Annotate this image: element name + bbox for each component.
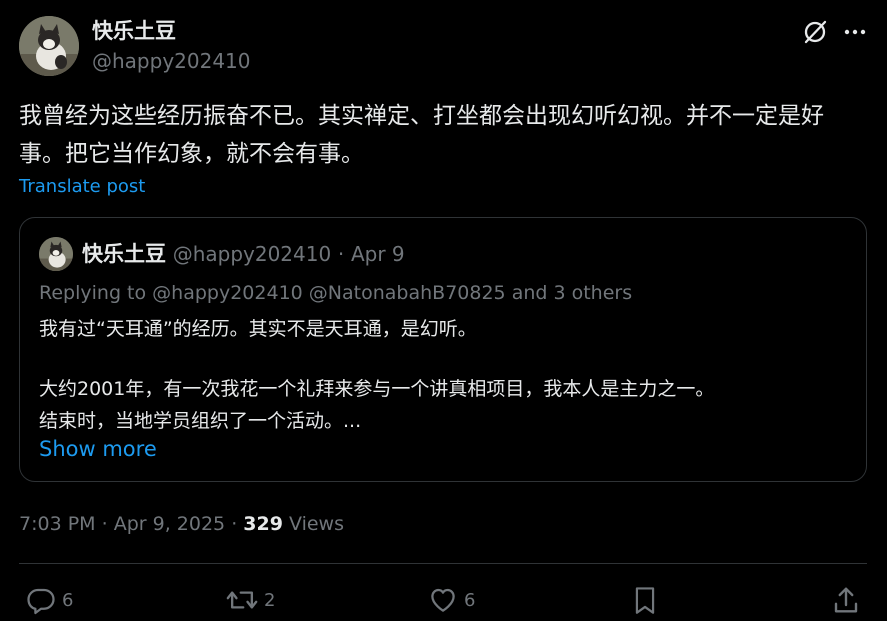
quote-text-line-1: 我有过“天耳通”的经历。其实不是天耳通，是幻听。 xyxy=(39,318,477,340)
meta-separator: · xyxy=(101,513,108,535)
replying-prefix: Replying to xyxy=(39,282,147,304)
views-label: Views xyxy=(289,513,344,535)
show-more-link[interactable]: Show more xyxy=(39,435,157,463)
divider xyxy=(19,563,867,564)
replying-to: Replying to @happy202410 @NatonabahB7082… xyxy=(39,280,632,306)
quote-author-name: 快乐土豆 xyxy=(82,242,166,266)
meta-separator: · xyxy=(231,513,238,535)
reply-icon xyxy=(27,588,55,615)
more-dots-icon xyxy=(844,29,866,35)
repost-button[interactable]: 2 xyxy=(226,584,275,616)
quote-text-line-2: 大约2001年，有一次我花一个礼拜来参与一个讲真相项目，我本人是主力之一。 xyxy=(39,378,715,400)
grok-button[interactable] xyxy=(801,17,831,47)
like-icon xyxy=(431,588,455,612)
post-date[interactable]: Apr 9, 2025 xyxy=(114,513,225,535)
post-text: 我曾经为这些经历振奋不已。其实禅定、打坐都会出现幻听幻视。并不一定是好事。把它当… xyxy=(19,103,824,167)
more-button[interactable] xyxy=(843,22,867,42)
author-handle[interactable]: @happy202410 xyxy=(92,48,251,74)
replying-suffix: and 3 others xyxy=(511,282,633,304)
cat-photo-icon xyxy=(19,16,79,76)
share-button[interactable] xyxy=(831,584,861,616)
quoted-post-card[interactable]: 快乐土豆 @happy202410 · Apr 9 Replying to @h… xyxy=(19,217,867,482)
bookmark-icon xyxy=(635,587,655,614)
post-time[interactable]: 7:03 PM xyxy=(19,513,96,535)
repost-icon xyxy=(226,591,258,609)
views-count: 329 xyxy=(243,513,283,535)
grok-icon xyxy=(804,20,827,44)
reply-count: 6 xyxy=(62,589,74,611)
share-icon xyxy=(834,587,858,613)
quote-text-line-3: 结束时，当地学员组织了一个活动。... xyxy=(39,410,362,432)
author-avatar[interactable] xyxy=(19,16,79,76)
quote-header: 快乐土豆 @happy202410 · Apr 9 xyxy=(82,240,405,268)
replying-users: @happy202410 @NatonabahB70825 xyxy=(152,282,506,304)
post-meta: 7:03 PM · Apr 9, 2025 · 329 Views xyxy=(19,511,344,537)
quote-author-avatar xyxy=(39,237,73,271)
quote-separator: · xyxy=(337,242,345,266)
quote-date: Apr 9 xyxy=(350,242,405,266)
bookmark-button[interactable] xyxy=(631,584,659,616)
like-count: 6 xyxy=(464,589,476,611)
quote-author-handle: @happy202410 xyxy=(172,242,332,266)
author-name[interactable]: 快乐土豆 xyxy=(92,17,176,45)
reply-button[interactable]: 6 xyxy=(26,584,73,616)
like-button[interactable]: 6 xyxy=(428,584,475,616)
translate-post-link[interactable]: Translate post xyxy=(19,175,145,199)
cat-photo-icon xyxy=(39,237,73,271)
repost-count: 2 xyxy=(264,589,276,611)
